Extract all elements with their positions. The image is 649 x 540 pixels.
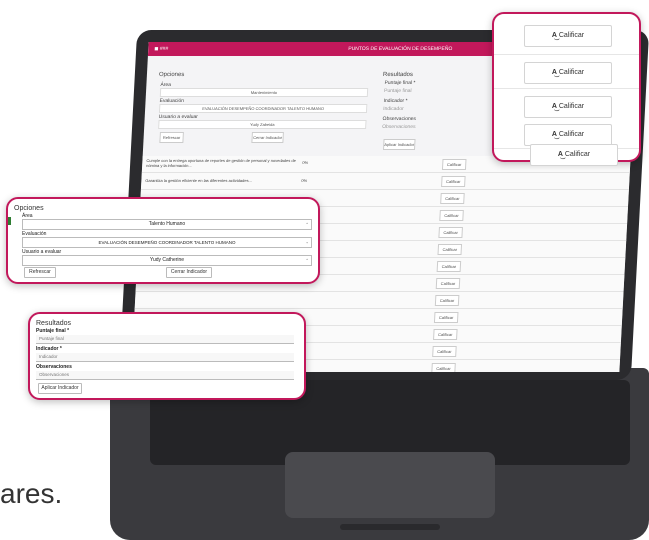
chevron-down-icon: ◦: [306, 257, 308, 263]
resultados-callout: Resultados Puntaje final * Puntaje final…: [28, 312, 306, 400]
calificar-button[interactable]: Calificar: [433, 312, 459, 323]
screen-area-select[interactable]: Mantenimiento: [159, 88, 369, 97]
screen-usuario-select[interactable]: Yudy Zabeida: [158, 120, 367, 129]
laptop-notch: [340, 524, 440, 530]
list-item: Calificar: [134, 292, 624, 309]
status-indicator: [8, 217, 11, 225]
calificar-button[interactable]: Calificar: [435, 278, 461, 289]
calificar-button[interactable]: Calificar: [432, 346, 457, 357]
cerrar-indicador-button[interactable]: Cerrar Indicador: [166, 267, 212, 278]
screen-indicador-label: Indicador *: [383, 98, 408, 104]
calificar-button[interactable]: Calificar: [433, 329, 458, 340]
signature-icon: A͜: [551, 131, 557, 138]
calificar-button[interactable]: A͜ Calificar: [524, 62, 612, 84]
screen-opciones-title: Opciones: [158, 72, 185, 78]
calificar-button[interactable]: Calificar: [436, 261, 462, 272]
puntaje-input[interactable]: Puntaje final: [36, 335, 294, 344]
screen-obs-label: Observaciones: [382, 116, 417, 122]
calificar-button[interactable]: Calificar: [434, 295, 460, 306]
chevron-down-icon: ◦: [306, 221, 308, 227]
screen-indicador-input[interactable]: Indicador: [383, 106, 404, 112]
calificar-button[interactable]: A͜ Calificar: [524, 25, 612, 47]
usuario-select[interactable]: Yudy Catherine ◦: [22, 255, 312, 266]
indicador-input[interactable]: Indicador: [36, 353, 294, 362]
indicador-label: Indicador *: [36, 346, 62, 352]
opciones-title: Opciones: [14, 205, 44, 212]
calificar-button[interactable]: Calificar: [441, 159, 467, 170]
list-item: Garantiza la gestión eficiente en las di…: [140, 173, 630, 190]
screen-header-left: ◼ ###: [154, 46, 169, 52]
signature-icon: A͜: [551, 32, 557, 39]
laptop-trackpad: [285, 452, 495, 518]
screen-refrescar-button[interactable]: Refrescar: [159, 132, 184, 143]
screen-puntaje-input[interactable]: Puntaje final: [384, 88, 412, 94]
observaciones-input[interactable]: Observaciones: [36, 371, 294, 380]
screen-resultados-title: Resultados: [382, 72, 414, 78]
signature-icon: A͜: [551, 69, 557, 76]
divider: [494, 88, 639, 89]
signature-icon: A͜: [557, 151, 563, 158]
calificar-button[interactable]: Calificar: [438, 227, 463, 238]
signature-icon: A͜: [551, 103, 557, 110]
screen-obs-input[interactable]: Observaciones: [382, 124, 416, 130]
caption-text: ares.: [0, 478, 63, 509]
evaluacion-select[interactable]: EVALUACIÓN DESEMPEÑO COORDINADOR TALENTO…: [22, 237, 312, 248]
calificar-button[interactable]: Calificar: [431, 363, 456, 372]
screen-aplicar-button[interactable]: Aplicar Indicador: [382, 139, 416, 150]
screen-puntaje-label: Puntaje final *: [384, 80, 416, 86]
calificar-button[interactable]: A͜ Calificar: [530, 144, 618, 166]
calificar-button[interactable]: A͜ Calificar: [524, 96, 612, 118]
area-select[interactable]: Talento Humano ◦: [22, 219, 312, 230]
opciones-callout: Opciones Área Talento Humano ◦ Evaluación…: [6, 197, 320, 284]
refrescar-button[interactable]: Refrescar: [24, 267, 56, 278]
aplicar-indicador-button[interactable]: Aplicar Indicador: [38, 383, 82, 394]
divider: [494, 54, 639, 55]
screen-evaluacion-select[interactable]: EVALUACIÓN DESEMPEÑO COORDINADOR TALENTO…: [158, 104, 368, 113]
resultados-title: Resultados: [36, 320, 72, 327]
observaciones-label: Observaciones: [36, 364, 72, 370]
puntaje-label: Puntaje final *: [36, 328, 70, 334]
calificar-callout: A͜ Calificar A͜ Calificar A͜ Calificar A…: [492, 12, 641, 162]
calificar-button[interactable]: Calificar: [440, 193, 465, 204]
calificar-button[interactable]: A͜ Calificar: [524, 124, 612, 146]
calificar-button[interactable]: Calificar: [439, 210, 464, 221]
calificar-button[interactable]: Calificar: [441, 176, 466, 187]
screen-cerrar-button[interactable]: Cerrar Indicador: [251, 132, 284, 143]
chevron-down-icon: ◦: [306, 240, 308, 245]
screen-header-title: PUNTOS DE EVALUACIÓN DE DESEMPEÑO: [348, 46, 453, 52]
calificar-button[interactable]: Calificar: [437, 244, 463, 255]
